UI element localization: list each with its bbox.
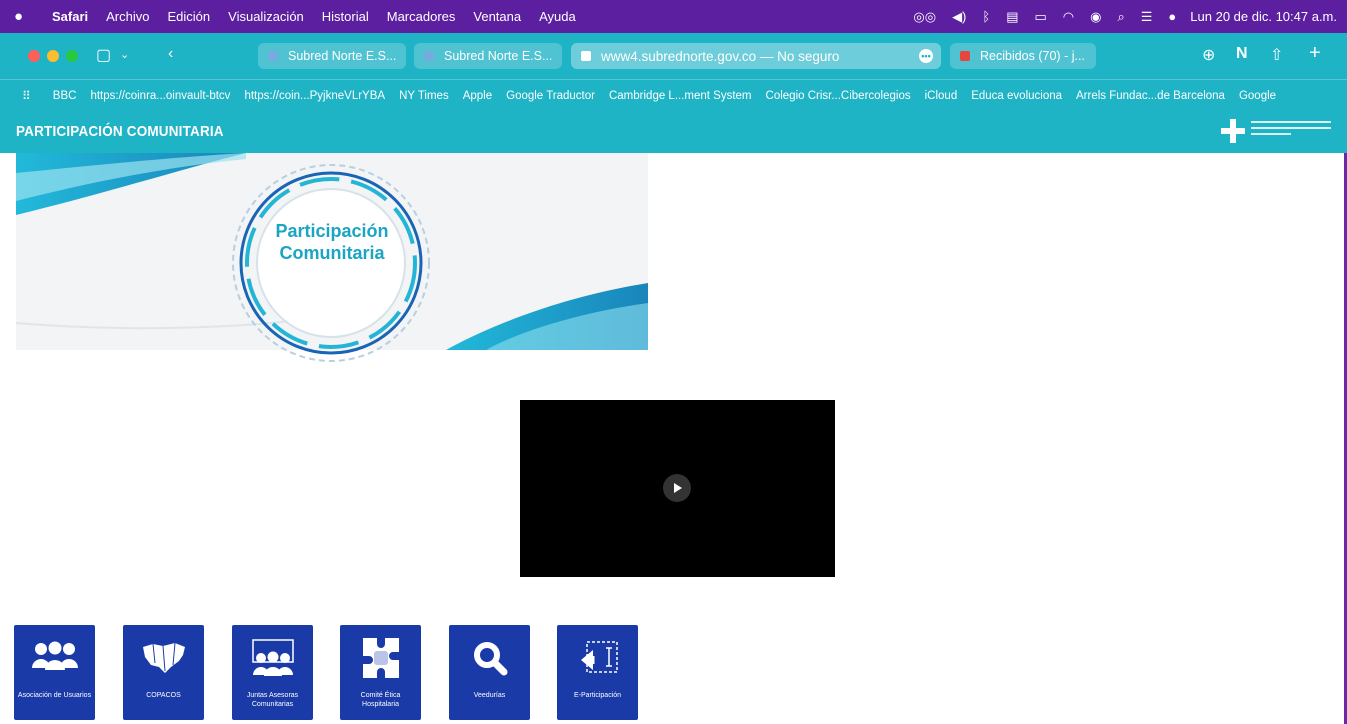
bluetooth-icon[interactable]: ᛒ — [982, 9, 990, 24]
user-icon[interactable]: ◉ — [1090, 9, 1101, 25]
menu-marcadores[interactable]: Marcadores — [387, 9, 456, 24]
tile-label: Asociación de Usuarios — [17, 692, 92, 699]
tab-label: Subred Norte E.S... — [444, 49, 553, 63]
menu-ayuda[interactable]: Ayuda — [539, 9, 576, 24]
more-options-icon[interactable]: ••• — [919, 49, 933, 63]
tab-subred-norte-2[interactable]: Subred Norte E.S... — [414, 43, 562, 69]
site-favicon-icon — [424, 51, 434, 61]
tile-juntas-asesoras[interactable]: Juntas Asesoras Comunitarias — [232, 625, 313, 720]
menu-ventana[interactable]: Ventana — [473, 9, 521, 24]
banner-line-2: Comunitaria — [279, 243, 385, 263]
bookmark-item[interactable]: BBC — [53, 90, 77, 102]
apps-grid-icon[interactable]: ⠿ — [22, 89, 31, 103]
bookmark-item[interactable]: https://coin...PyjkneVLrYBA — [244, 90, 385, 102]
subred-norte-logo[interactable] — [1221, 117, 1331, 147]
banner-line-1: Participación — [275, 221, 389, 241]
sidebar-toggle-icon[interactable]: ▢ — [96, 45, 111, 65]
wifi-icon[interactable]: ◠ — [1063, 9, 1074, 25]
bookmarks-bar: ⠿ BBC https://coinra...oinvault-btcv htt… — [0, 79, 1347, 111]
page-title: PARTICIPACIÓN COMUNITARIA — [16, 123, 224, 140]
minimize-window-button[interactable] — [47, 50, 59, 62]
play-button[interactable] — [663, 474, 691, 502]
display-icon[interactable]: ▤ — [1006, 9, 1018, 25]
tile-label: Veedurías — [473, 692, 506, 699]
siri-icon[interactable]: ● — [1168, 9, 1176, 24]
tile-veedurias[interactable]: Veedurías — [449, 625, 530, 720]
menu-clock[interactable]: Lun 20 de dic. 10:47 a.m. — [1190, 9, 1337, 24]
close-window-button[interactable] — [28, 50, 40, 62]
cursor-select-icon — [557, 633, 638, 683]
tile-asociacion-usuarios[interactable]: Asociación de Usuarios — [14, 625, 95, 720]
site-header: PARTICIPACIÓN COMUNITARIA — [0, 111, 1347, 153]
tab-gmail[interactable]: Recibidos (70) - j... — [950, 43, 1096, 69]
bookmark-item[interactable]: Apple — [463, 90, 492, 102]
tab-address-bar[interactable]: www4.subrednorte.gov.co — No seguro ••• — [571, 43, 941, 69]
battery-icon[interactable]: ▭ — [1035, 9, 1047, 25]
bookmark-item[interactable]: https://coinra...oinvault-btcv — [90, 90, 230, 102]
back-icon[interactable]: ‹ — [168, 45, 173, 63]
glasses-icon[interactable]: ◎◎ — [913, 9, 936, 25]
tab-label: Recibidos (70) - j... — [980, 49, 1085, 63]
bookmark-item[interactable]: Google Traductor — [506, 90, 595, 102]
menu-app-name[interactable]: Safari — [52, 9, 88, 24]
apple-icon[interactable]: ● — [14, 8, 34, 25]
notion-icon[interactable]: N — [1236, 45, 1248, 63]
gmail-icon — [960, 51, 970, 61]
tile-label: Comité Ética Hospitalaria — [360, 692, 401, 708]
tile-e-participacion[interactable]: E-Participación — [557, 625, 638, 720]
tab-label: Subred Norte E.S... — [288, 49, 397, 63]
bookmark-item[interactable]: NY Times — [399, 90, 449, 102]
bookmark-item[interactable]: Cambridge L...ment System — [609, 90, 752, 102]
bookmark-item[interactable]: Google — [1239, 90, 1276, 102]
menu-visualizacion[interactable]: Visualización — [228, 9, 304, 24]
control-center-icon[interactable]: ☰ — [1141, 9, 1153, 25]
menu-historial[interactable]: Historial — [322, 9, 369, 24]
bookmark-item[interactable]: Educa evoluciona — [971, 90, 1062, 102]
menu-bar: ● Safari Archivo Edición Visualización H… — [0, 0, 1347, 33]
board-people-icon — [232, 633, 313, 683]
address-bar-text[interactable]: www4.subrednorte.gov.co — No seguro — [601, 49, 839, 64]
puzzle-people-icon — [340, 633, 421, 683]
site-favicon-icon — [268, 51, 278, 61]
zoom-window-button[interactable] — [66, 50, 78, 62]
volume-icon[interactable]: ◀) — [952, 9, 966, 25]
tile-copacos[interactable]: COPACOS — [123, 625, 204, 720]
video-player[interactable] — [520, 400, 835, 577]
spotlight-search-icon[interactable]: ⌕ — [1117, 9, 1124, 25]
status-area: ◎◎ ◀) ᛒ ▤ ▭ ◠ ◉ ⌕ ☰ ● Lun 20 de dic. 10:… — [897, 0, 1337, 33]
tile-label: E-Participación — [573, 692, 622, 699]
not-secure-icon — [581, 51, 591, 61]
new-tab-icon[interactable]: + — [1309, 42, 1321, 65]
chevron-down-icon[interactable]: ⌄ — [120, 48, 129, 61]
bookmark-item[interactable]: iCloud — [925, 90, 958, 102]
downloads-icon[interactable]: ⊕ — [1202, 45, 1215, 65]
play-icon — [674, 483, 682, 493]
tile-label: Juntas Asesoras Comunitarias — [246, 692, 299, 708]
tile-label: COPACOS — [146, 692, 181, 699]
search-icon — [449, 633, 530, 683]
tab-subred-norte-1[interactable]: Subred Norte E.S... — [258, 43, 406, 69]
people-group-icon — [14, 633, 95, 683]
bookmark-item[interactable]: Arrels Fundac...de Barcelona — [1076, 90, 1225, 102]
map-icon — [123, 633, 204, 683]
menu-edicion[interactable]: Edición — [168, 9, 211, 24]
bookmark-item[interactable]: Colegio Crisr...Cibercolegios — [766, 90, 911, 102]
browser-toolbar: ▢ ⌄ ‹ Subred Norte E.S... Subred Norte E… — [0, 33, 1347, 79]
tile-comite-etica[interactable]: Comité Ética Hospitalaria — [340, 625, 421, 720]
menu-archivo[interactable]: Archivo — [106, 9, 149, 24]
share-icon[interactable]: ⇧ — [1270, 45, 1283, 65]
banner-heading: Participación Comunitaria — [258, 220, 406, 264]
health-cross-icon — [1221, 119, 1245, 143]
